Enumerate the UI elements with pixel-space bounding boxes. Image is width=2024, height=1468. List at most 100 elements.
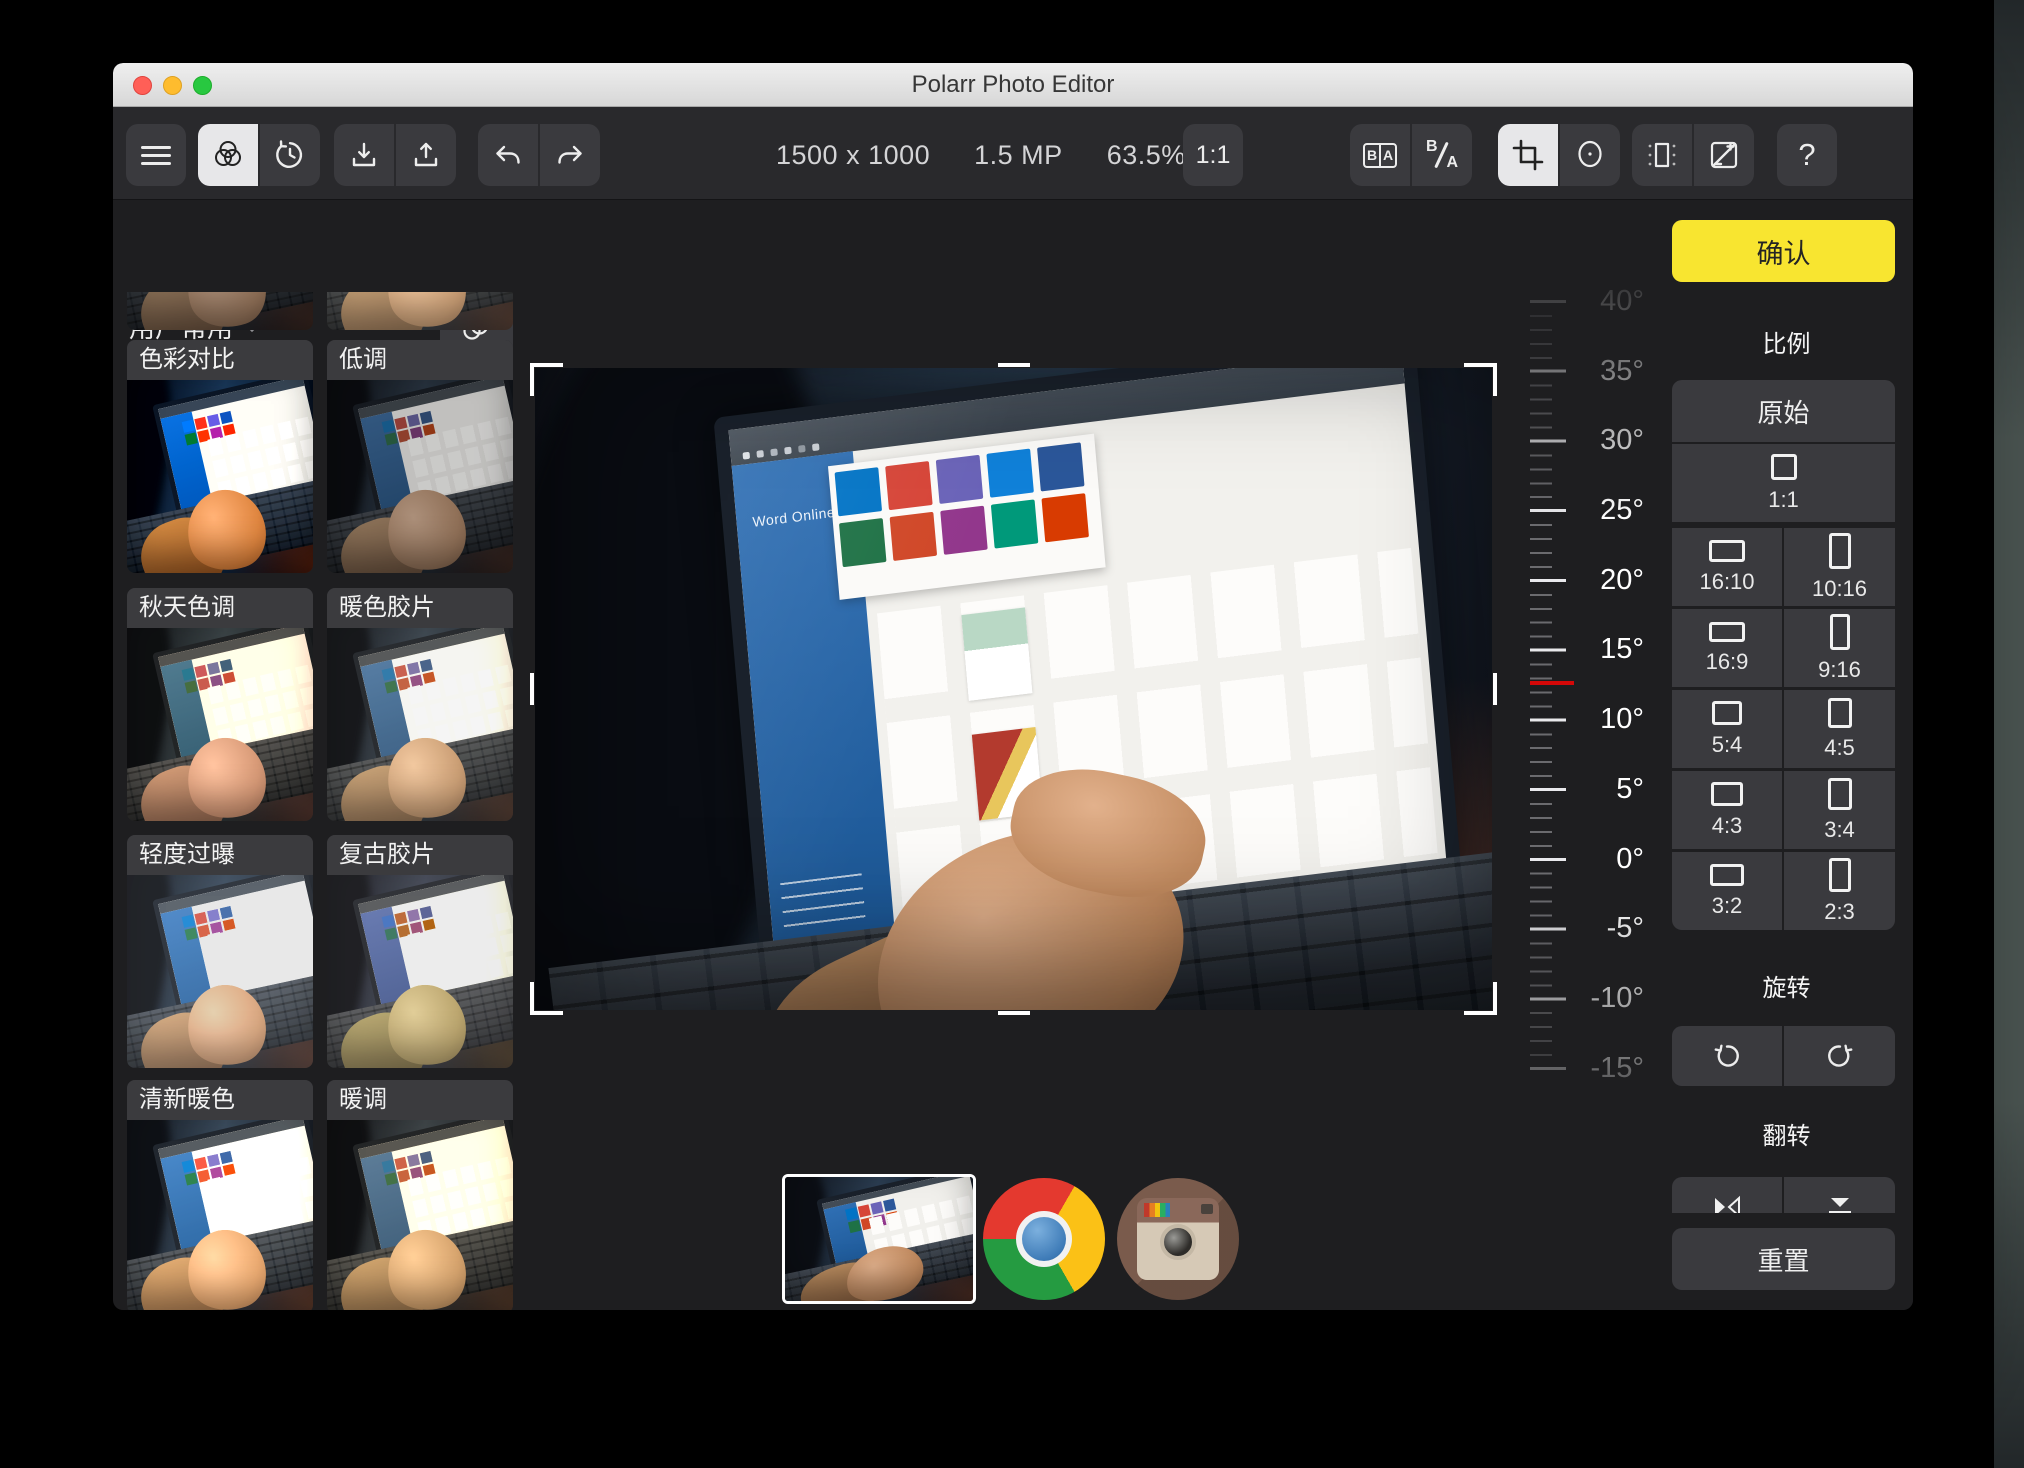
crop-handle-bottom-left[interactable] [530,982,563,1015]
filter-preset[interactable]: 秋天色调 [127,588,313,821]
filter-preset-label: 色彩对比 [127,340,313,380]
filter-thumbnail [127,875,313,1068]
photo[interactable]: Word Online [535,368,1492,1010]
filter-preset[interactable]: 复古胶片 [327,835,513,1068]
filter-thumbnail [127,628,313,821]
ratio-16-9-button[interactable]: 16:9 [1672,609,1782,687]
local-adjustment-icon [1706,137,1742,173]
vignette [327,380,513,573]
rotate-cw-icon [1825,1041,1855,1071]
rotate-heading: 旋转 [1660,968,1913,1003]
gradient-filter-icon [1644,137,1680,173]
history-icon [273,138,307,172]
zoom-one-to-one-button[interactable]: 1:1 [1183,124,1243,186]
crop-handle-top-left[interactable] [530,363,563,396]
crop-handle-left[interactable] [530,673,534,705]
help-button[interactable]: ? [1777,124,1837,186]
ratio-portrait-icon [1829,858,1851,892]
crop-handle-right[interactable] [1493,673,1497,705]
filter-preset[interactable]: 暖调 [327,1080,513,1310]
rotate-ccw-icon [1712,1041,1742,1071]
ratio-portrait-icon [1828,698,1852,728]
filter-preset[interactable]: 色彩对比 [127,340,313,573]
redo-button[interactable] [540,124,600,186]
ruler-labels: 40°35°30° 25°20°15° 10°5°0° -5°-10°-15° [1570,267,1658,1104]
menu-button[interactable] [126,124,186,186]
filter-thumbnail [327,875,513,1068]
filter-preset-label: 低调 [327,340,513,380]
filter-thumbnail [327,380,513,573]
ratio-1-1-button[interactable]: 1:1 [1672,444,1895,522]
instagram-rainbow-stripes [1144,1203,1170,1217]
vignette [785,1177,973,1301]
redo-icon [552,140,588,170]
ratio-4-3-button[interactable]: 4:3 [1672,771,1782,849]
filter-preset[interactable]: 轻度过曝 [127,835,313,1068]
filmstrip-photo-thumbnail[interactable] [782,1174,976,1304]
filter-preset-label: 清新暖色 [127,1080,313,1120]
ratio-4-5-button[interactable]: 4:5 [1784,690,1895,768]
zoom-level: 63.5% [1107,140,1186,171]
ratio-landscape-icon [1709,540,1745,562]
vignette [127,292,313,330]
rotation-marker [1530,681,1574,685]
crop-tool-button[interactable] [1498,124,1558,186]
ratio-16-10-button[interactable]: 16:10 [1672,528,1782,606]
import-button[interactable] [334,124,394,186]
ratio-portrait-icon [1830,614,1850,650]
ratio-9-16-button[interactable]: 9:16 [1784,609,1895,687]
ratio-3-2-button[interactable]: 3:2 [1672,852,1782,930]
ratio-10-16-button[interactable]: 10:16 [1784,528,1895,606]
canvas-photo[interactable]: Word Online [535,368,1492,1010]
filter-thumbnail [127,380,313,573]
filter-thumbnail [327,628,513,821]
vignette [127,1120,313,1310]
radial-filter-button[interactable] [1560,124,1620,186]
ratio-heading: 比例 [1660,324,1913,359]
ratio-landscape-icon [1709,622,1745,642]
filter-preset-label: 复古胶片 [327,835,513,875]
filmstrip-chrome-logo[interactable] [983,1178,1105,1300]
crop-handle-top-right[interactable] [1464,363,1497,396]
ratio-original-button[interactable]: 原始 [1672,380,1895,442]
filter-preset-partial[interactable] [327,292,513,330]
filmstrip-instagram-logo[interactable] [1117,1178,1239,1300]
photo-thumbnail [785,1177,973,1301]
ratio-3-4-button[interactable]: 3:4 [1784,771,1895,849]
ratio-5-4-button[interactable]: 5:4 [1672,690,1782,768]
instagram-camera [1137,1198,1219,1280]
before-after-toggle-icon: B A [1425,140,1459,170]
toolbar: 1500 x 1000 1.5 MP 63.5% 1:1 BA B A [113,107,1913,200]
reset-button[interactable]: 重置 [1672,1228,1895,1290]
filter-preset-label: 轻度过曝 [127,835,313,875]
crop-handle-bottom[interactable] [998,1011,1030,1015]
radial-filter-icon [1572,137,1608,173]
history-button[interactable] [260,124,320,186]
filter-preset[interactable]: 清新暖色 [127,1080,313,1310]
filter-preset[interactable]: 暖色胶片 [327,588,513,821]
crop-handle-top[interactable] [998,363,1030,367]
vignette [327,1120,513,1310]
local-adjustment-button[interactable] [1694,124,1754,186]
rotate-ccw-button[interactable] [1672,1026,1782,1086]
rotate-cw-button[interactable] [1784,1026,1895,1086]
export-button[interactable] [396,124,456,186]
instagram-viewfinder [1201,1204,1213,1214]
confirm-button[interactable]: 确认 [1672,220,1895,282]
before-after-toggle-button[interactable]: B A [1412,124,1472,186]
vignette [327,628,513,821]
undo-button[interactable] [478,124,538,186]
filters-tool-button[interactable] [198,124,258,186]
crop-handle-bottom-right[interactable] [1464,982,1497,1015]
before-after-split-button[interactable]: BA [1350,124,1410,186]
filter-preset[interactable]: 低调 [327,340,513,573]
filter-preset-partial[interactable] [127,292,313,330]
gradient-filter-button[interactable] [1632,124,1692,186]
ruler-major-ticks [1530,300,1566,1072]
import-icon [347,138,381,172]
ratio-2-3-button[interactable]: 2:3 [1784,852,1895,930]
rotation-ruler[interactable]: 40°35°30° 25°20°15° 10°5°0° -5°-10°-15° [1530,300,1660,1072]
ratio-portrait-icon [1828,778,1852,810]
polarr-window: Polarr Photo Editor [113,63,1913,1310]
undo-icon [490,140,526,170]
